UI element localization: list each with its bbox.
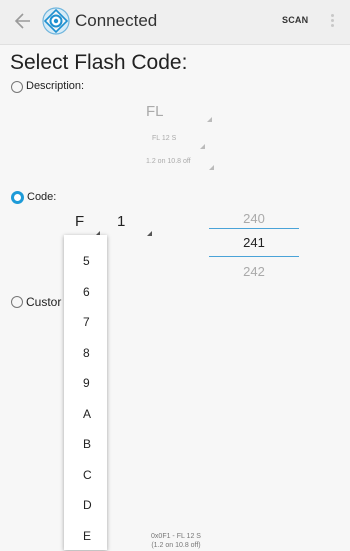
description-spinner-3[interactable]: 1.2 on 10.8 off <box>146 158 206 165</box>
custom-radio[interactable] <box>11 296 23 308</box>
picker-current-value[interactable]: 241 <box>209 235 299 250</box>
scan-button[interactable]: SCAN <box>282 15 308 25</box>
arrow-left-icon[interactable] <box>14 11 32 31</box>
overflow-menu-icon[interactable] <box>328 12 336 32</box>
custom-label[interactable]: Custor <box>26 295 61 309</box>
code-radio[interactable] <box>11 191 24 204</box>
code-digit-spinner[interactable]: 1 <box>117 213 125 230</box>
dropdown-item[interactable]: 7 <box>64 307 107 338</box>
description-spinner-2[interactable]: FL 12 S <box>152 135 192 142</box>
description-spinner-1[interactable]: FL <box>146 103 176 120</box>
code-summary-line-2: (1.2 on 10.8 off) <box>131 541 221 550</box>
letter-dropdown-list[interactable]: 5 6 7 8 9 A B C D E <box>64 235 107 550</box>
code-summary-line-1: 0x0F1 - FL 12 S <box>131 532 221 541</box>
dropdown-item[interactable]: 8 <box>64 338 107 369</box>
picker-divider-top <box>209 228 299 229</box>
dropdown-caret-icon <box>207 117 212 122</box>
dropdown-item[interactable]: 6 <box>64 277 107 308</box>
page-title: Select Flash Code: <box>10 51 187 75</box>
dropdown-caret-icon <box>209 165 214 170</box>
dropdown-item[interactable]: 5 <box>64 246 107 277</box>
crosshair-target-icon <box>41 6 71 36</box>
code-letter-spinner[interactable]: F <box>75 213 84 230</box>
dropdown-item[interactable]: D <box>64 490 107 521</box>
picker-divider-bottom <box>209 256 299 257</box>
description-label[interactable]: Description: <box>26 80 84 92</box>
dropdown-caret-icon <box>200 144 205 149</box>
app-title: Connected <box>75 11 157 31</box>
dropdown-item[interactable]: C <box>64 460 107 491</box>
dropdown-item[interactable]: 9 <box>64 368 107 399</box>
picker-next-value[interactable]: 242 <box>209 264 299 279</box>
description-radio[interactable] <box>11 81 23 93</box>
app-bar: Connected SCAN <box>0 0 350 45</box>
code-label[interactable]: Code: <box>27 191 56 203</box>
dropdown-item[interactable]: E <box>64 521 107 551</box>
dropdown-item[interactable]: B <box>64 429 107 460</box>
dropdown-list-top <box>64 235 107 246</box>
dropdown-caret-icon <box>147 231 152 236</box>
dropdown-item[interactable]: A <box>64 399 107 430</box>
picker-prev-value[interactable]: 240 <box>209 211 299 226</box>
